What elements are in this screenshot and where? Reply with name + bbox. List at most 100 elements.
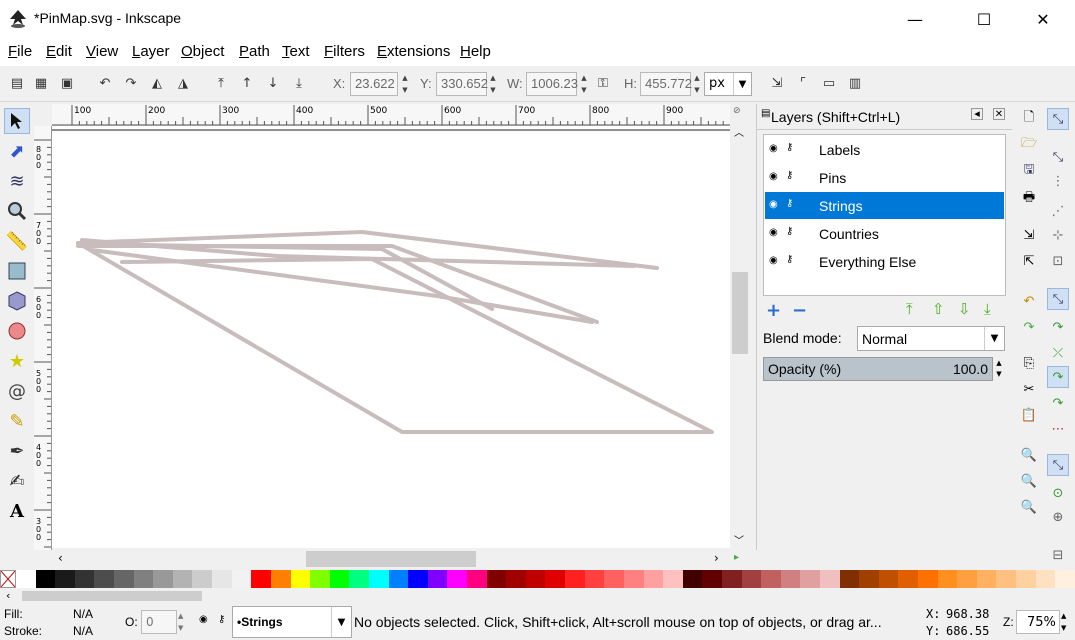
rectangle-tool-icon[interactable] bbox=[4, 258, 30, 284]
lower-to-bottom-icon[interactable]: ⤓ bbox=[290, 74, 308, 92]
redo-icon[interactable]: ↷ bbox=[1018, 316, 1040, 338]
select-all-icon[interactable]: ▤ bbox=[8, 74, 26, 92]
zoom-tool-icon[interactable] bbox=[4, 198, 30, 224]
color-swatch[interactable] bbox=[1035, 570, 1056, 588]
scroll-right-icon[interactable]: › bbox=[714, 551, 719, 565]
layer-row-labels[interactable]: ◉ ⚷ Labels bbox=[765, 136, 1004, 163]
remove-layer-icon[interactable]: − bbox=[792, 300, 807, 321]
raise-layer-to-top-icon[interactable]: ⤒ bbox=[906, 300, 913, 318]
snap-bbox-icon[interactable]: ⤡ bbox=[1047, 146, 1069, 168]
collapse-dialog-icon[interactable]: ◂ bbox=[971, 108, 983, 120]
scroll-left-icon[interactable]: ‹ bbox=[6, 589, 10, 602]
snap-bbox-centers-icon[interactable]: ⊡ bbox=[1047, 250, 1069, 272]
color-swatch[interactable] bbox=[976, 570, 997, 588]
visibility-eye-icon[interactable]: ◉ bbox=[769, 143, 778, 154]
color-swatch[interactable] bbox=[1016, 570, 1036, 588]
color-swatch[interactable] bbox=[565, 570, 585, 588]
calligraphy-tool-icon[interactable]: ✍ bbox=[4, 468, 30, 494]
color-swatch[interactable] bbox=[388, 570, 409, 588]
color-palette[interactable] bbox=[0, 570, 1075, 588]
pen-tool-icon[interactable]: ✒ bbox=[4, 438, 30, 464]
color-swatch[interactable] bbox=[525, 570, 546, 588]
text-tool-icon[interactable]: A bbox=[4, 498, 30, 524]
horizontal-scroll-thumb[interactable] bbox=[306, 551, 476, 567]
visibility-eye-icon[interactable]: ◉ bbox=[769, 227, 778, 238]
color-swatch[interactable] bbox=[780, 570, 801, 588]
ellipse-tool-icon[interactable] bbox=[4, 318, 30, 344]
x-input[interactable]: 23.622 bbox=[350, 72, 398, 96]
save-icon[interactable]: 🖫 bbox=[1018, 160, 1040, 182]
color-swatch[interactable] bbox=[16, 570, 36, 588]
opacity-spinner[interactable]: ▲ ▼ bbox=[994, 358, 1004, 380]
paste-icon[interactable]: 📋 bbox=[1018, 404, 1040, 426]
minimize-button[interactable]: — bbox=[892, 0, 938, 38]
snap-page-border-icon[interactable]: ⊟ bbox=[1047, 544, 1069, 566]
unlock-icon[interactable]: ⚷ bbox=[786, 170, 793, 181]
pencil-tool-icon[interactable]: ✎ bbox=[4, 408, 30, 434]
menu-path[interactable]: Path bbox=[239, 43, 270, 60]
select-all-layers-icon[interactable]: ▦ bbox=[32, 74, 50, 92]
raise-layer-icon[interactable]: ⇧ bbox=[932, 300, 945, 318]
rotate-ccw-icon[interactable]: ↶ bbox=[96, 74, 114, 92]
layer-lock-icon[interactable]: ⚷ bbox=[218, 614, 225, 625]
color-swatch[interactable] bbox=[859, 570, 879, 588]
color-swatch[interactable] bbox=[761, 570, 781, 588]
color-swatch[interactable] bbox=[918, 570, 938, 588]
snap-bbox-edges-icon[interactable]: ⋮ bbox=[1047, 170, 1069, 192]
spiral-tool-icon[interactable]: @ bbox=[4, 378, 30, 404]
color-swatch[interactable] bbox=[721, 570, 742, 588]
cut-icon[interactable]: ✂ bbox=[1018, 378, 1040, 400]
color-swatch[interactable] bbox=[898, 570, 919, 588]
color-swatch[interactable] bbox=[623, 570, 644, 588]
close-button[interactable]: ✕ bbox=[1020, 0, 1066, 38]
color-swatch[interactable] bbox=[1055, 570, 1075, 588]
layer-visibility-icon[interactable]: ◉ bbox=[199, 614, 208, 625]
menu-object[interactable]: Object bbox=[181, 43, 224, 60]
color-swatch[interactable] bbox=[996, 570, 1017, 588]
3d-box-tool-icon[interactable] bbox=[4, 288, 30, 314]
w-spinner[interactable]: ▲ ▼ bbox=[578, 72, 590, 96]
drawing-canvas[interactable] bbox=[52, 126, 730, 550]
raise-icon[interactable]: ↑ bbox=[238, 74, 256, 92]
scroll-up-icon[interactable]: ︿ bbox=[734, 124, 744, 139]
color-swatch[interactable] bbox=[486, 570, 507, 588]
scroll-down-icon[interactable]: ﹀ bbox=[734, 532, 744, 547]
lower-layer-icon[interactable]: ⇩ bbox=[958, 300, 971, 318]
palette-scroll-thumb[interactable] bbox=[22, 591, 202, 601]
unit-select[interactable]: px ▼ bbox=[704, 72, 752, 96]
color-swatch[interactable] bbox=[545, 570, 566, 588]
color-swatch[interactable] bbox=[584, 570, 605, 588]
color-swatch[interactable] bbox=[114, 570, 134, 588]
y-spinner[interactable]: ▲ ▼ bbox=[487, 72, 499, 96]
snap-object-centers-icon[interactable]: ⊙ bbox=[1047, 482, 1069, 504]
scroll-left-icon[interactable]: ‹ bbox=[58, 551, 63, 565]
color-swatch[interactable] bbox=[741, 570, 762, 588]
color-swatch[interactable] bbox=[447, 570, 468, 588]
snap-nodes-icon[interactable]: ⤡ bbox=[1047, 288, 1069, 310]
menu-text[interactable]: Text bbox=[282, 43, 310, 60]
color-swatch[interactable] bbox=[506, 570, 526, 588]
color-swatch[interactable] bbox=[270, 570, 291, 588]
color-swatch[interactable] bbox=[231, 570, 252, 588]
copy-icon[interactable]: ⎘ bbox=[1018, 352, 1040, 374]
snap-bbox-midpoints-icon[interactable]: ⊹ bbox=[1047, 224, 1069, 246]
color-swatch[interactable] bbox=[702, 570, 722, 588]
lower-layer-to-bottom-icon[interactable]: ⤓ bbox=[984, 300, 991, 318]
snap-toggle-icon[interactable]: ⤡ bbox=[1047, 108, 1069, 130]
snap-others-icon[interactable]: ⤡ bbox=[1047, 454, 1069, 476]
color-swatch[interactable] bbox=[349, 570, 369, 588]
color-swatch[interactable] bbox=[55, 570, 75, 588]
visibility-eye-icon[interactable]: ◉ bbox=[769, 171, 778, 182]
menu-layer[interactable]: Layer bbox=[132, 43, 170, 60]
snap-smooth-nodes-icon[interactable]: ↷ bbox=[1047, 392, 1069, 414]
h-input[interactable]: 455.772 bbox=[640, 72, 692, 96]
zoom-input[interactable]: 75% bbox=[1016, 610, 1060, 634]
star-tool-icon[interactable]: ★ bbox=[4, 348, 30, 374]
color-swatch[interactable] bbox=[839, 570, 860, 588]
snap-bbox-corners-icon[interactable]: ⋰ bbox=[1047, 200, 1069, 222]
layer-row-pins[interactable]: ◉ ⚷ Pins bbox=[765, 164, 1004, 191]
color-swatch[interactable] bbox=[172, 570, 193, 588]
current-layer-select[interactable]: •Strings ▼ bbox=[232, 606, 352, 638]
flip-vertical-icon[interactable]: ◮ bbox=[174, 74, 192, 92]
menu-edit[interactable]: Edit bbox=[46, 43, 72, 60]
